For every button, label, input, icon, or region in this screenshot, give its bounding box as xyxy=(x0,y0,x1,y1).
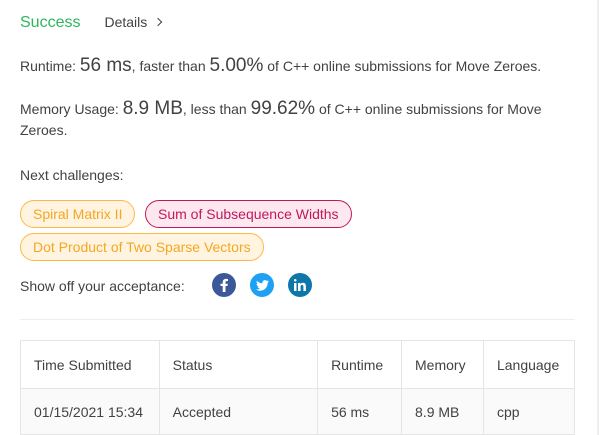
table-header-row: Time Submitted Status Runtime Memory Lan… xyxy=(20,340,576,389)
column-header-memory: Memory xyxy=(401,340,484,389)
column-header-status: Status xyxy=(158,340,319,389)
section-divider xyxy=(20,319,575,320)
status-success: Success xyxy=(20,14,81,31)
details-label[interactable]: Details xyxy=(104,14,147,30)
runtime-label: Runtime: xyxy=(20,58,77,74)
chevron-right-icon xyxy=(154,17,163,27)
facebook-icon[interactable] xyxy=(212,273,236,297)
memory-label: Memory Usage: xyxy=(20,101,119,117)
twitter-icon[interactable] xyxy=(250,273,274,297)
runtime-value: 56 ms xyxy=(79,55,132,76)
share-label: Show off your acceptance: xyxy=(20,278,185,294)
runtime-comparison: , faster than xyxy=(131,58,206,74)
cell-language: cpp xyxy=(482,388,576,435)
next-challenges-label: Next challenges: xyxy=(20,167,124,183)
result-header: Success Details xyxy=(20,14,163,32)
runtime-suffix: of C++ online submissions for Move Zeroe… xyxy=(267,58,542,74)
memory-summary: Memory Usage: 8.9 MB, less than 99.62% o… xyxy=(20,98,570,141)
column-header-runtime: Runtime xyxy=(317,340,403,389)
memory-value: 8.9 MB xyxy=(122,98,183,119)
linkedin-icon[interactable] xyxy=(288,273,312,297)
challenge-chip-spiral-matrix-ii[interactable]: Spiral Matrix II xyxy=(20,200,136,228)
column-header-time-submitted: Time Submitted xyxy=(20,340,160,389)
memory-percent: 99.62% xyxy=(250,98,316,119)
cell-runtime: 56 ms xyxy=(317,388,403,435)
challenge-chip-sum-of-subsequence-widths[interactable]: Sum of Subsequence Widths xyxy=(145,200,352,228)
cell-time-submitted: 01/15/2021 15:34 xyxy=(20,388,160,435)
column-header-language: Language xyxy=(482,340,576,389)
runtime-percent: 5.00% xyxy=(209,55,264,76)
memory-comparison: , less than xyxy=(182,101,247,117)
runtime-summary: Runtime: 56 ms, faster than 5.00% of C++… xyxy=(20,55,541,77)
table-row: 01/15/2021 15:34 Accepted 56 ms 8.9 MB c… xyxy=(20,388,576,435)
cell-status-accepted[interactable]: Accepted xyxy=(158,388,319,435)
details-link[interactable]: Details xyxy=(104,14,163,30)
submissions-table: Time Submitted Status Runtime Memory Lan… xyxy=(20,340,576,435)
cell-memory: 8.9 MB xyxy=(401,388,484,435)
challenge-chip-dot-product-sparse-vectors[interactable]: Dot Product of Two Sparse Vectors xyxy=(20,233,264,261)
